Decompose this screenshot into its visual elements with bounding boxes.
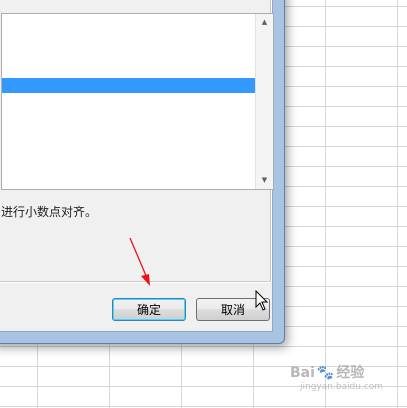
watermark-brand-left: Bai xyxy=(290,365,315,381)
watermark-subtitle: jingyan.baidu.com xyxy=(300,382,384,392)
format-list[interactable]: ▲ ▼ xyxy=(1,13,274,190)
scroll-up-arrow-icon[interactable]: ▲ xyxy=(256,14,273,31)
scroll-down-arrow-icon[interactable]: ▼ xyxy=(256,172,273,189)
ok-button[interactable]: 确定 xyxy=(112,298,186,321)
baidu-watermark-logo: Bai 🐾 经验 xyxy=(290,362,364,382)
list-item-selected[interactable] xyxy=(2,78,255,93)
description-text: 进行小数点对齐。 xyxy=(1,205,98,219)
mouse-cursor-icon xyxy=(255,290,269,311)
watermark-brand-right: 经验 xyxy=(336,365,365,381)
dialog-body: ▲ ▼ 进行小数点对齐。 确定 取消 xyxy=(0,0,274,332)
paw-icon: 🐾 xyxy=(316,365,335,381)
format-cells-dialog: ▲ ▼ 进行小数点对齐。 确定 取消 xyxy=(0,0,285,344)
list-scrollbar[interactable]: ▲ ▼ xyxy=(255,14,273,189)
